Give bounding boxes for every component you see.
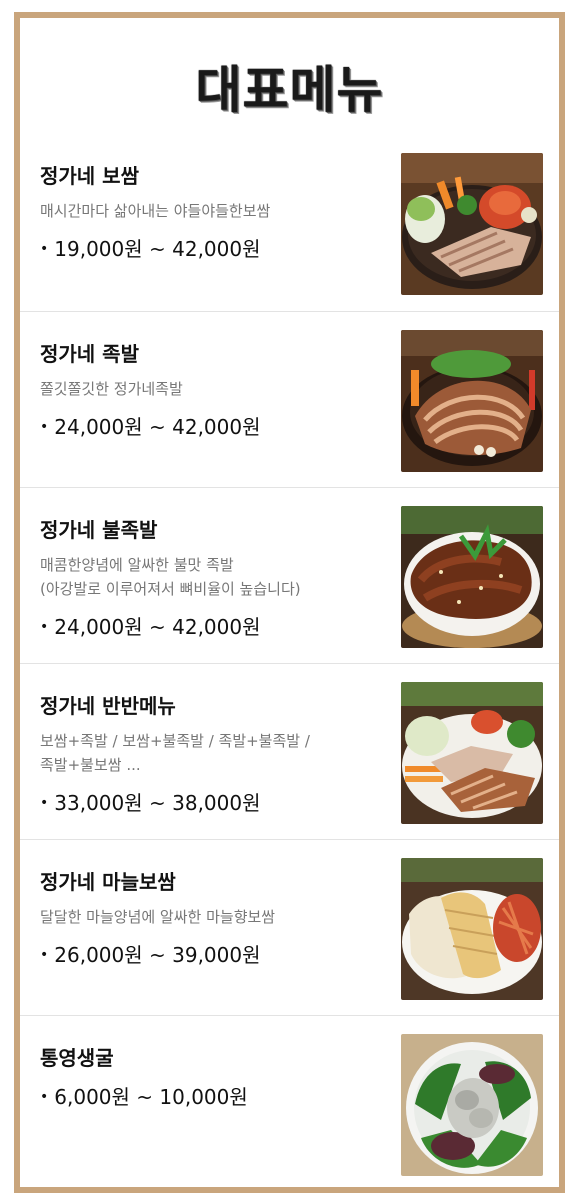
menu-item-name: 정가네 족발	[40, 342, 139, 366]
menu-item-price-value: 26,000원 ~ 39,000원	[54, 943, 261, 967]
bullet-icon: •	[40, 419, 49, 435]
menu-item-desc: 보쌈+족발 / 보쌈+불족발 / 족발+불족발 / 족발+불보쌈 ...	[40, 729, 384, 777]
menu-item-name: 정가네 반반메뉴	[40, 694, 176, 718]
menu-item-name: 통영생굴	[40, 1046, 114, 1070]
menu-item-desc: 쫄깃쫄깃한 정가네족발	[40, 377, 384, 401]
menu-item-price-value: 24,000원 ~ 42,000원	[54, 415, 261, 439]
menu-item-desc: 달달한 마늘양념에 알싸한 마늘향보쌈	[40, 905, 384, 929]
bullet-icon: •	[40, 947, 49, 963]
menu-item-desc-line: 쫄깃쫄깃한 정가네족발	[40, 380, 183, 398]
bullet-icon: •	[40, 795, 49, 811]
menu-item-desc-line: 매콤한양념에 알싸한 불맛 족발	[40, 556, 234, 574]
menu-item-desc-line: 매시간마다 삶아내는 야들야들한보쌈	[40, 202, 271, 220]
jokbal-photo[interactable]	[401, 330, 543, 472]
menu-item-name: 정가네 보쌈	[40, 164, 139, 188]
menu-item-text: 정가네 반반메뉴 보쌈+족발 / 보쌈+불족발 / 족발+불족발 / 족발+불보…	[40, 690, 384, 816]
menu-item-bossam[interactable]: 정가네 보쌈 매시간마다 삶아내는 야들야들한보쌈 • 19,000원 ~ 42,…	[20, 146, 559, 311]
menu-item-price: • 6,000원 ~ 10,000원	[40, 1081, 384, 1110]
menu-item-desc-line: 달달한 마늘양념에 알싸한 마늘향보쌈	[40, 908, 276, 926]
menu-list: 정가네 보쌈 매시간마다 삶아내는 야들야들한보쌈 • 19,000원 ~ 42,…	[20, 146, 559, 1191]
bullet-icon: •	[40, 1089, 49, 1105]
bullet-icon: •	[40, 241, 49, 257]
menu-item-half-half[interactable]: 정가네 반반메뉴 보쌈+족발 / 보쌈+불족발 / 족발+불족발 / 족발+불보…	[20, 663, 559, 839]
menu-item-desc-line: (아강발로 이루어져서 뼈비율이 높습니다)	[40, 580, 301, 598]
menu-item-name: 정가네 마늘보쌈	[40, 870, 176, 894]
menu-item-price-value: 19,000원 ~ 42,000원	[54, 237, 261, 261]
menu-item-price: • 33,000원 ~ 38,000원	[40, 787, 384, 816]
menu-item-text: 정가네 마늘보쌈 달달한 마늘양념에 알싸한 마늘향보쌈 • 26,000원 ~ …	[40, 866, 384, 968]
menu-item-desc: 매콤한양념에 알싸한 불맛 족발 (아강발로 이루어져서 뼈비율이 높습니다)	[40, 553, 384, 601]
bullet-icon: •	[40, 619, 49, 635]
menu-item-price: • 19,000원 ~ 42,000원	[40, 233, 384, 262]
menu-item-price: • 24,000원 ~ 42,000원	[40, 411, 384, 440]
menu-item-price-value: 33,000원 ~ 38,000원	[54, 791, 261, 815]
menu-item-oyster[interactable]: 통영생굴 • 6,000원 ~ 10,000원	[20, 1015, 559, 1191]
menu-item-price-value: 24,000원 ~ 42,000원	[54, 615, 261, 639]
menu-item-desc: 매시간마다 삶아내는 야들야들한보쌈	[40, 199, 384, 223]
menu-item-fire-jokbal[interactable]: 정가네 불족발 매콤한양념에 알싸한 불맛 족발 (아강발로 이루어져서 뼈비율…	[20, 487, 559, 663]
page-title: 대표메뉴	[195, 60, 384, 119]
menu-item-text: 통영생굴 • 6,000원 ~ 10,000원	[40, 1042, 384, 1110]
menu-item-text: 정가네 보쌈 매시간마다 삶아내는 야들야들한보쌈 • 19,000원 ~ 42,…	[40, 160, 384, 262]
oyster-photo[interactable]	[401, 1034, 543, 1176]
menu-item-name: 정가네 불족발	[40, 518, 158, 542]
bossam-photo[interactable]	[401, 153, 543, 295]
menu-item-price-value: 6,000원 ~ 10,000원	[54, 1085, 248, 1109]
half-half-photo[interactable]	[401, 682, 543, 824]
menu-item-desc-line: 보쌈+족발 / 보쌈+불족발 / 족발+불족발 /	[40, 732, 310, 750]
menu-item-text: 정가네 불족발 매콤한양념에 알싸한 불맛 족발 (아강발로 이루어져서 뼈비율…	[40, 514, 384, 640]
garlic-bossam-photo[interactable]	[401, 858, 543, 1000]
menu-item-jokbal[interactable]: 정가네 족발 쫄깃쫄깃한 정가네족발 • 24,000원 ~ 42,000원	[20, 311, 559, 487]
fire-jokbal-photo[interactable]	[401, 506, 543, 648]
menu-item-desc-line: 족발+불보쌈 ...	[40, 756, 141, 774]
menu-item-text: 정가네 족발 쫄깃쫄깃한 정가네족발 • 24,000원 ~ 42,000원	[40, 338, 384, 440]
menu-item-price: • 24,000원 ~ 42,000원	[40, 611, 384, 640]
menu-item-price: • 26,000원 ~ 39,000원	[40, 939, 384, 968]
menu-item-garlic-bossam[interactable]: 정가네 마늘보쌈 달달한 마늘양념에 알싸한 마늘향보쌈 • 26,000원 ~ …	[20, 839, 559, 1015]
menu-frame: 대표메뉴 정가네 보쌈 매시간마다 삶아내는 야들야들한보쌈 • 19,000원 …	[14, 12, 565, 1193]
header: 대표메뉴	[20, 18, 559, 146]
